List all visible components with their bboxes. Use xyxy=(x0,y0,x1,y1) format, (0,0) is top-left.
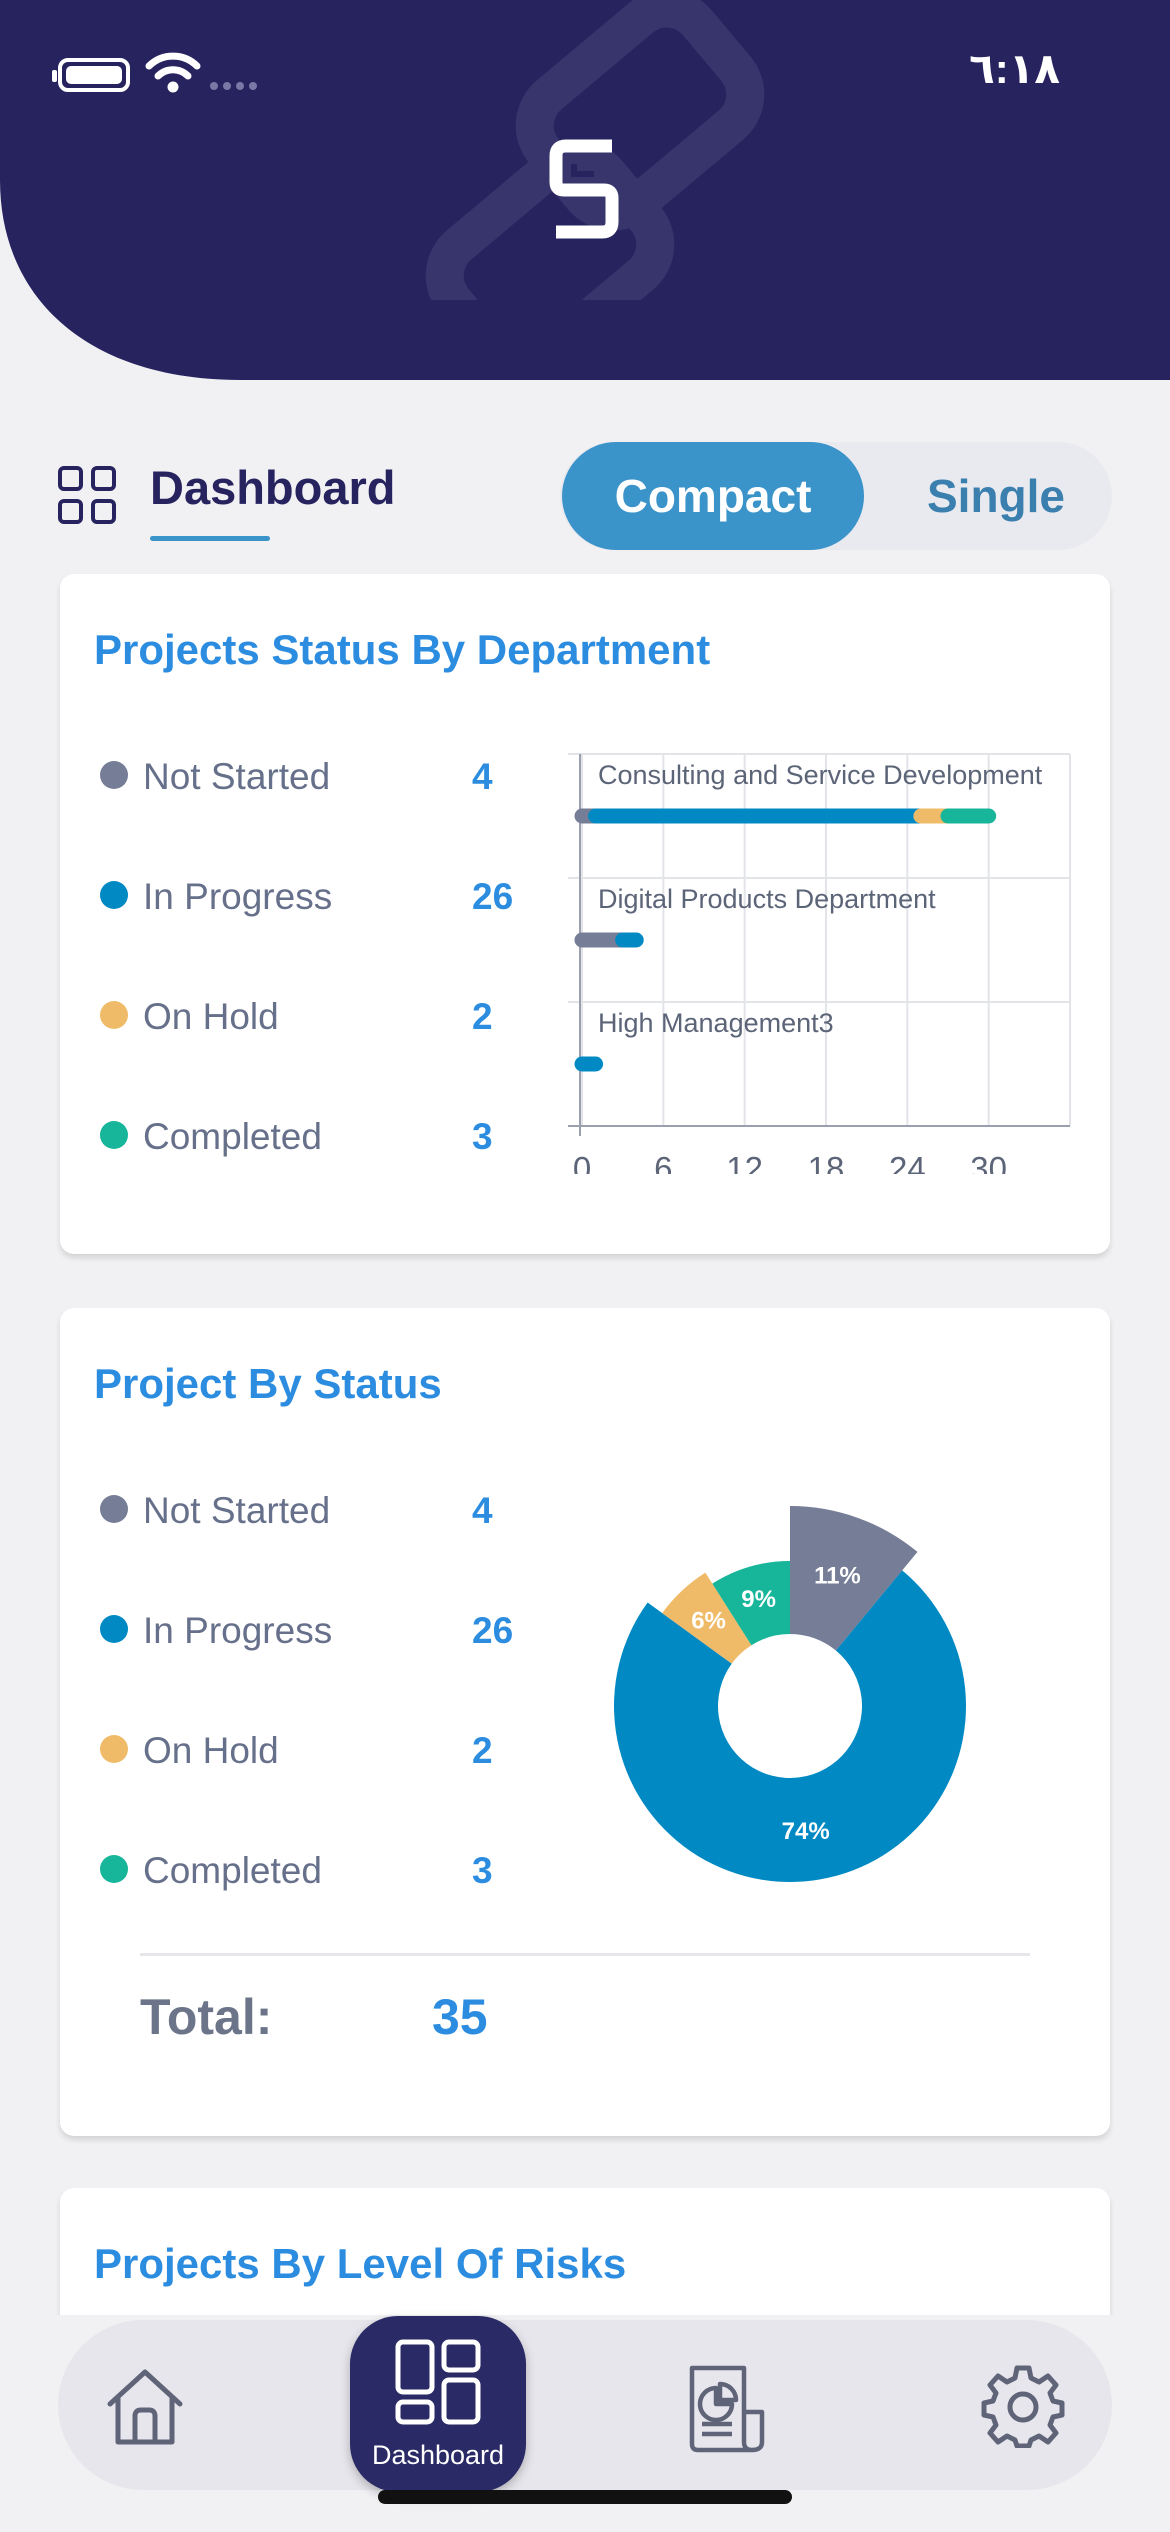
x-tick-label: 6 xyxy=(654,1150,672,1174)
project-by-status-card: Project By Status Not Started 4 In Progr… xyxy=(60,1308,1110,2136)
legend-label: In Progress xyxy=(143,876,333,917)
slice-label: 6% xyxy=(691,1607,726,1634)
projects-status-by-department-card: Projects Status By Department Not Starte… xyxy=(60,574,1110,1254)
legend-item-completed: Completed 3 xyxy=(100,1106,520,1166)
divider xyxy=(140,1953,1030,1956)
legend-item-completed: Completed 3 xyxy=(100,1840,520,1900)
legend-dot xyxy=(100,1855,128,1883)
view-toggle-compact-button[interactable]: Compact xyxy=(562,442,864,550)
dashboard-title-row: Dashboard Compact Single xyxy=(0,440,1170,550)
legend-item-not-started: Not Started 4 xyxy=(100,746,520,806)
slice-label: 9% xyxy=(741,1586,776,1613)
x-tick-label: 0 xyxy=(573,1150,591,1174)
legend-dot xyxy=(100,1495,128,1523)
legend-value: 3 xyxy=(472,1116,493,1157)
legend-item-in-progress: In Progress 26 xyxy=(100,1600,520,1660)
legend-value: 4 xyxy=(472,1490,493,1531)
legend-dot xyxy=(100,1001,128,1029)
view-toggle: Compact Single xyxy=(560,442,1112,550)
card-title: Project By Status xyxy=(94,1360,442,1407)
legend-value: 3 xyxy=(472,1850,493,1891)
legend-value: 2 xyxy=(472,996,493,1037)
category-label: High Management3 xyxy=(598,1008,834,1038)
legend-dot xyxy=(100,1615,128,1643)
legend-label: Not Started xyxy=(143,756,331,797)
legend-label: On Hold xyxy=(143,1730,279,1771)
x-tick-label: 24 xyxy=(889,1150,926,1174)
battery-icon xyxy=(52,58,130,92)
wifi-icon xyxy=(145,52,201,93)
legend-label: Not Started xyxy=(143,1490,331,1531)
slice-label: 74% xyxy=(782,1818,830,1845)
header-corner xyxy=(0,180,240,380)
legend-dot xyxy=(100,1121,128,1149)
legend-label: Completed xyxy=(143,1116,322,1157)
status-bar: ٦:١٨ xyxy=(0,0,1170,150)
nav-dashboard-label: Dashboard xyxy=(371,2440,505,2470)
legend-label: On Hold xyxy=(143,996,279,1037)
legend-item-on-hold: On Hold 2 xyxy=(100,1720,520,1780)
x-tick-label: 12 xyxy=(726,1150,763,1174)
home-indicator xyxy=(378,2490,792,2504)
x-tick-label: 18 xyxy=(808,1150,845,1174)
legend-dot xyxy=(100,761,128,789)
legend-value: 26 xyxy=(472,1610,514,1651)
dashboard-grid-icon xyxy=(58,466,116,524)
page-title-underline xyxy=(150,536,270,541)
app-logo-icon xyxy=(549,139,619,239)
legend-item-on-hold: On Hold 2 xyxy=(100,986,520,1046)
bottom-nav xyxy=(58,2320,1112,2490)
x-tick-label: 30 xyxy=(970,1150,1007,1174)
total-value: 35 xyxy=(432,1989,488,2045)
report-icon[interactable] xyxy=(686,2362,770,2454)
card-title: Projects Status By Department xyxy=(94,626,711,673)
legend-label: Completed xyxy=(143,1850,322,1891)
dashboard-icon xyxy=(395,2339,481,2425)
cellular-signal-icon xyxy=(210,82,257,90)
status-donut-chart: 11% 74% 6% 9% xyxy=(614,1506,966,1882)
total-label: Total: xyxy=(140,1989,273,2045)
slice-label: 11% xyxy=(814,1562,861,1589)
legend-dot xyxy=(100,1735,128,1763)
page-title: Dashboard xyxy=(150,461,396,514)
legend-item-in-progress: In Progress 26 xyxy=(100,866,520,926)
home-icon[interactable] xyxy=(102,2364,188,2450)
legend-item-not-started: Not Started 4 xyxy=(100,1480,520,1540)
nav-dashboard-button[interactable]: Dashboard xyxy=(350,2316,526,2492)
department-bar-chart: Consulting and Service Development Digita… xyxy=(568,753,1071,1174)
category-label: Digital Products Department xyxy=(598,884,936,914)
category-label: Consulting and Service Development xyxy=(598,760,1043,790)
legend-value: 2 xyxy=(472,1730,493,1771)
legend-value: 4 xyxy=(472,756,493,797)
legend-label: In Progress xyxy=(143,1610,333,1651)
status-time: ٦:١٨ xyxy=(969,45,1060,92)
card-title: Projects By Level Of Risks xyxy=(94,2240,627,2287)
settings-gear-icon[interactable] xyxy=(980,2362,1066,2448)
legend-dot xyxy=(100,881,128,909)
view-toggle-single-button[interactable]: Single xyxy=(880,442,1112,550)
